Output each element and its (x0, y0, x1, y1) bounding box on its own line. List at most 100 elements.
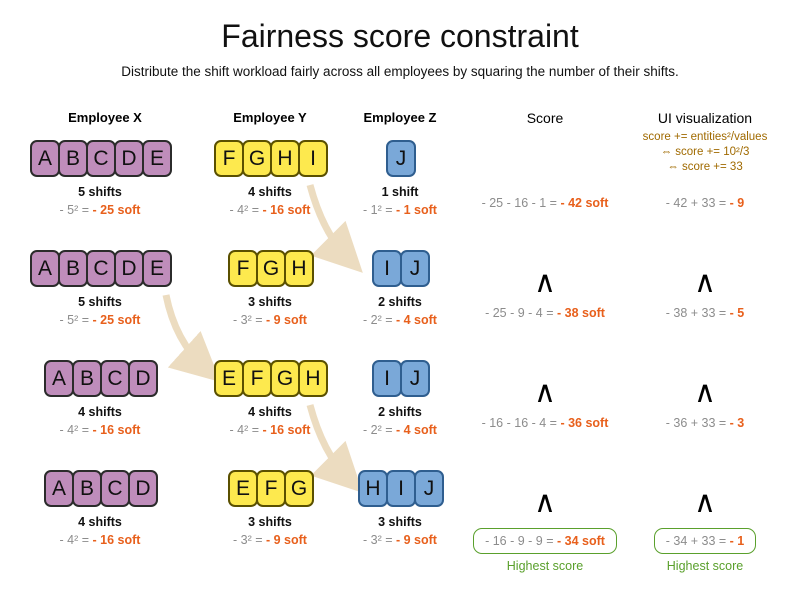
shift-box-group: IJ (340, 250, 460, 287)
column-header-ui-visualization: UI visualization (657, 110, 753, 126)
soft-score-label: - 2² = - 4 soft (340, 423, 460, 437)
shift-box-group: EFG (195, 470, 345, 507)
shift-box-group: FGH (195, 250, 345, 287)
shift-box[interactable]: I (298, 140, 328, 177)
shift-box[interactable]: B (58, 250, 88, 287)
column-header-score: Score (526, 110, 564, 126)
shift-box[interactable]: J (400, 250, 430, 287)
soft-score-expression: - 5² = (59, 203, 93, 217)
improvement-caret-icon: ∧ (694, 266, 716, 299)
soft-score-value: - 16 soft (92, 533, 141, 547)
shift-count-label: 4 shifts (78, 405, 122, 419)
shift-count-label: 3 shifts (378, 515, 422, 529)
soft-score-value: - 25 soft (92, 313, 141, 327)
shift-box[interactable]: I (372, 360, 402, 397)
shift-box[interactable]: E (228, 470, 258, 507)
shift-box[interactable]: D (114, 140, 144, 177)
shift-box[interactable]: B (72, 470, 102, 507)
soft-score-value: - 4 soft (396, 423, 437, 437)
highest-score-label: Highest score (666, 559, 744, 573)
shift-box[interactable]: G (284, 470, 314, 507)
shift-box[interactable]: B (58, 140, 88, 177)
shift-box[interactable]: J (414, 470, 444, 507)
soft-score-expression: - 4² = (59, 533, 93, 547)
shift-box[interactable]: J (400, 360, 430, 397)
score-expression-text: - 25 - 9 - 4 = (485, 306, 557, 320)
employee-x-cell: ABCD 4 shifts - 4² = - 16 soft (0, 360, 200, 437)
employee-y-cell: FGHI 4 shifts - 4² = - 16 soft (195, 140, 345, 217)
shift-box-group: ABCD (0, 470, 200, 507)
shift-box[interactable]: C (100, 360, 130, 397)
shift-box[interactable]: E (214, 360, 244, 397)
shift-box[interactable]: G (270, 360, 300, 397)
score-expression-text: - 16 - 16 - 4 = (481, 416, 561, 430)
shift-box[interactable]: H (298, 360, 328, 397)
improvement-caret-icon: ∧ (694, 376, 716, 409)
shift-box[interactable]: C (86, 250, 116, 287)
shift-box[interactable]: D (128, 470, 158, 507)
column-header-employee-y: Employee Y (233, 110, 307, 125)
improvement-caret-icon: ∧ (534, 376, 556, 409)
shift-box[interactable]: G (256, 250, 286, 287)
shift-box[interactable]: E (142, 250, 172, 287)
soft-score-label: - 4² = - 16 soft (195, 423, 345, 437)
highest-score-box: - 16 - 9 - 9 = - 34 soft (473, 528, 617, 554)
formula-line-1: score += entities²/values (642, 131, 768, 143)
soft-score-value: - 9 soft (266, 533, 307, 547)
soft-score-value: - 16 soft (262, 423, 311, 437)
score-expression: - 25 - 16 - 1 = - 42 soft (482, 196, 609, 210)
score-expression-text: - 25 - 16 - 1 = (481, 196, 561, 210)
soft-score-label: - 5² = - 25 soft (0, 203, 200, 217)
score-expression-text: - 16 - 9 - 9 = (485, 534, 557, 548)
shift-box[interactable]: J (386, 140, 416, 177)
soft-score-value: - 9 soft (396, 533, 437, 547)
column-header-employee-x: Employee X (68, 110, 142, 125)
page-subtitle: Distribute the shift workload fairly acr… (121, 64, 679, 79)
shift-box[interactable]: F (256, 470, 286, 507)
column-header-employee-z: Employee Z (363, 110, 437, 125)
shift-box[interactable]: B (72, 360, 102, 397)
shift-box[interactable]: D (114, 250, 144, 287)
shift-box[interactable]: E (142, 140, 172, 177)
soft-score-expression: - 3² = (233, 313, 266, 327)
shift-box[interactable]: C (100, 470, 130, 507)
soft-score-value: - 16 soft (262, 203, 311, 217)
employee-z-cell: HIJ 3 shifts - 3² = - 9 soft (340, 470, 460, 547)
shift-box[interactable]: A (30, 140, 60, 177)
soft-score-value: - 1 soft (396, 203, 437, 217)
score-value: - 42 soft (560, 196, 609, 210)
shift-box[interactable]: H (358, 470, 388, 507)
soft-score-expression: - 3² = (363, 533, 396, 547)
score-total-cell: - 25 - 16 - 1 = - 42 soft (455, 196, 635, 210)
score-value: - 34 soft (556, 534, 605, 548)
shift-box[interactable]: F (242, 360, 272, 397)
soft-score-label: - 1² = - 1 soft (340, 203, 460, 217)
soft-score-value: - 4 soft (396, 313, 437, 327)
soft-score-expression: - 2² = (363, 423, 396, 437)
soft-score-expression: - 2² = (363, 313, 396, 327)
shift-box[interactable]: F (214, 140, 244, 177)
soft-score-value: - 16 soft (92, 423, 141, 437)
shift-box[interactable]: F (228, 250, 258, 287)
formula-line-2: ⇔ score += 10²/3 (660, 146, 750, 158)
shift-box[interactable]: A (30, 250, 60, 287)
ui-score-cell: - 42 + 33 = - 9 (625, 196, 785, 210)
shift-box[interactable]: A (44, 470, 74, 507)
shift-box[interactable]: D (128, 360, 158, 397)
shift-box-group: IJ (340, 360, 460, 397)
employee-z-cell: IJ 2 shifts - 2² = - 4 soft (340, 250, 460, 327)
shift-box-group: HIJ (340, 470, 460, 507)
shift-box[interactable]: I (372, 250, 402, 287)
employee-z-cell: IJ 2 shifts - 2² = - 4 soft (340, 360, 460, 437)
shift-box[interactable]: I (386, 470, 416, 507)
score-total-cell: - 16 - 16 - 4 = - 36 soft (455, 416, 635, 430)
shift-box[interactable]: C (86, 140, 116, 177)
ui-score-cell: - 36 + 33 = - 3 (625, 416, 785, 430)
score-value: - 36 soft (560, 416, 609, 430)
shift-box[interactable]: G (242, 140, 272, 177)
formula-line-3: ⇔ score += 33 (667, 161, 743, 173)
shift-box[interactable]: A (44, 360, 74, 397)
shift-box[interactable]: H (284, 250, 314, 287)
shift-count-label: 1 shift (381, 185, 419, 199)
shift-box[interactable]: H (270, 140, 300, 177)
